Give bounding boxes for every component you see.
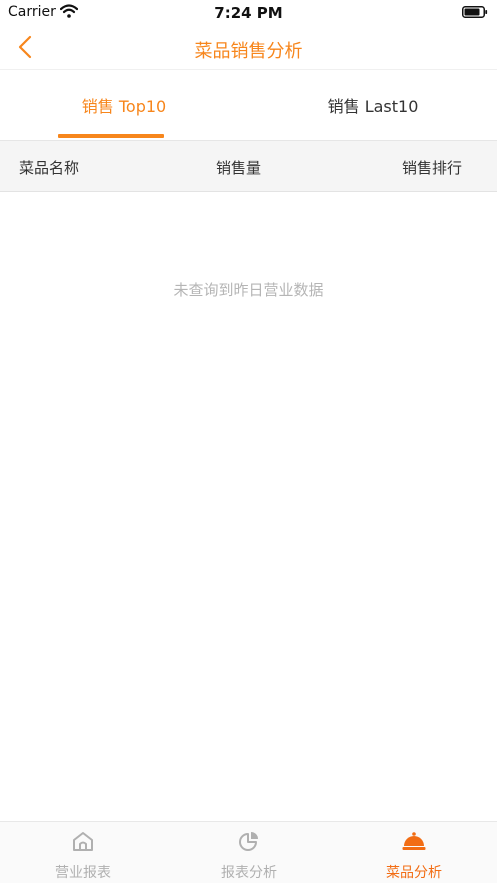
screen: Carrier 7:24 PM 菜品销售分析 销售 Top10 销售 Last1… — [0, 0, 497, 883]
service-bell-icon — [402, 832, 426, 850]
home-icon — [73, 832, 93, 851]
tab-bar-item-business-report[interactable]: 营业报表 — [0, 822, 166, 883]
page-title: 菜品销售分析 — [194, 41, 303, 62]
tab-sales-top10[interactable]: 销售 Top10 — [0, 70, 248, 139]
status-time: 7:24 PM — [214, 4, 283, 22]
tab-sales-last10[interactable]: 销售 Last10 — [249, 70, 497, 139]
empty-state-message: 未查询到昨日营业数据 — [173, 281, 324, 299]
bottom-tab-bar: 营业报表 报表分析 菜品分析 — [0, 821, 497, 883]
column-dish-name: 菜品名称 — [19, 159, 80, 177]
battery-icon — [462, 6, 488, 18]
tab-selected-indicator — [58, 134, 164, 138]
tab-bar-label: 营业报表 — [55, 865, 111, 881]
sales-tabs: 销售 Top10 销售 Last10 — [0, 70, 497, 139]
tab-bar-label: 菜品分析 — [386, 865, 442, 881]
tab-bar-item-dish-analysis[interactable]: 菜品分析 — [331, 822, 497, 883]
column-sales-rank: 销售排行 — [402, 159, 463, 177]
table-header: 菜品名称 销售量 销售排行 — [0, 140, 497, 192]
tab-bar-label: 报表分析 — [221, 865, 277, 881]
column-sales-volume: 销售量 — [216, 159, 262, 177]
navigation-bar: 菜品销售分析 — [0, 26, 497, 70]
tab-bar-item-report-analysis[interactable]: 报表分析 — [166, 822, 332, 883]
pie-chart-icon — [239, 832, 258, 851]
status-bar: Carrier 7:24 PM — [0, 0, 497, 26]
